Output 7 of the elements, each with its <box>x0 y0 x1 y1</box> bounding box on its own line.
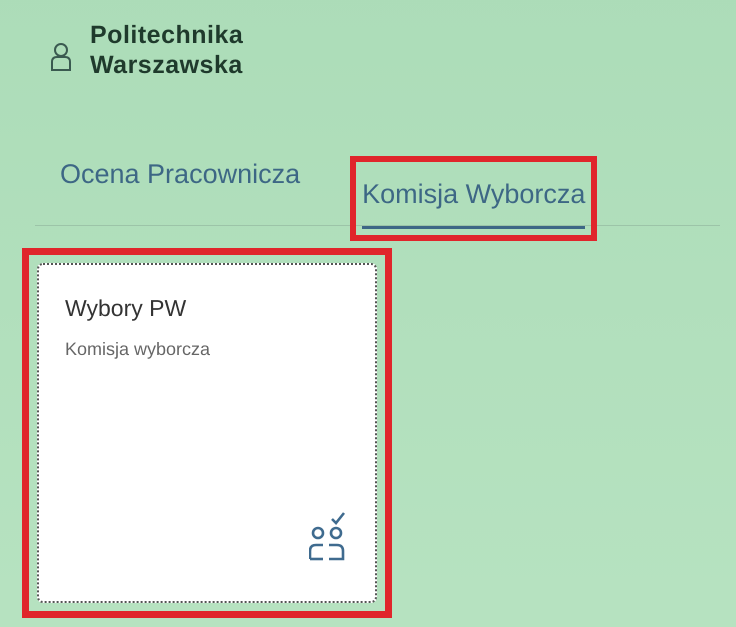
university-logo: Politechnika Warszawska <box>90 20 244 81</box>
tile-title: Wybory PW <box>65 294 188 323</box>
user-icon[interactable] <box>50 42 72 72</box>
tab[interactable]: Komisja Wyborcza <box>362 174 586 229</box>
tab[interactable]: Ocena Pracownicza <box>60 154 300 209</box>
tile-subtitle: Komisja wyborcza <box>65 338 212 361</box>
app-tile[interactable]: Wybory PW Komisja wyborcza <box>37 263 377 603</box>
